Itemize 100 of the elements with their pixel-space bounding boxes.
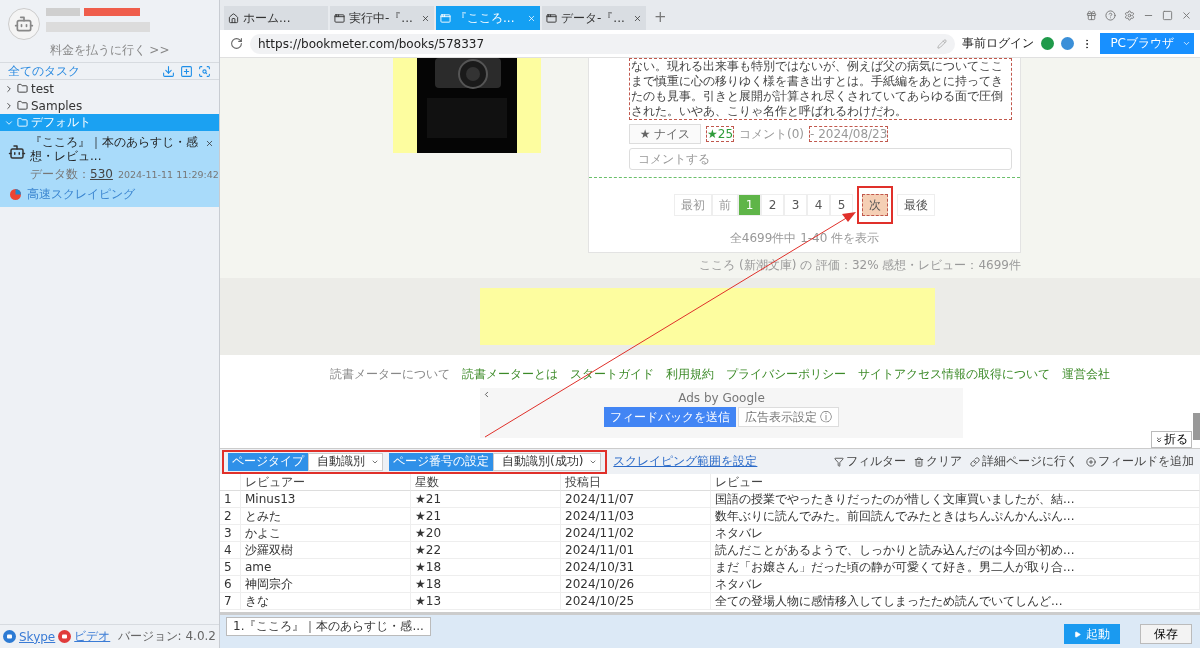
page-icon — [334, 12, 345, 24]
help-icon[interactable] — [1105, 9, 1116, 21]
column-header: レビュアー — [241, 474, 411, 491]
comment-count: コメント(0) — [739, 125, 805, 143]
login-button[interactable]: 事前ログイン — [962, 35, 1035, 52]
table-cell: ネタバレ — [711, 576, 1200, 593]
folder-icon — [17, 100, 28, 111]
pencil-icon — [937, 38, 948, 49]
save-button[interactable]: 保存 — [1140, 624, 1192, 644]
comment-field[interactable]: コメントする — [629, 148, 1012, 170]
fold-button[interactable]: 折る — [1151, 431, 1192, 448]
footer-link[interactable]: サイトアクセス情報の取得について — [858, 366, 1050, 383]
page-button[interactable]: 2 — [761, 194, 784, 216]
table-cell: かよこ — [241, 525, 411, 542]
column-header: レビュー — [711, 474, 1200, 491]
chevrons-down-icon — [1155, 435, 1163, 444]
table-cell: ★21 — [411, 491, 561, 508]
browser-mode-button[interactable]: PCブラウザ — [1100, 33, 1194, 54]
version-label: バージョン: 4.0.2 — [117, 628, 216, 645]
task-card[interactable]: 『こころ』｜本のあらすじ・感想・レビュ... データ数：530 2024-11-11 11:29:42 高速スクレイピング — [0, 131, 219, 207]
row-number: 4 — [220, 542, 241, 559]
link-icon — [970, 456, 980, 467]
scrollbar-thumb[interactable] — [1193, 413, 1200, 440]
table-cell: 神岡宗介 — [241, 576, 411, 593]
row-number: 7 — [220, 593, 241, 610]
caret-icon — [1182, 39, 1191, 48]
page-button[interactable]: 5 — [830, 194, 853, 216]
nice-button[interactable]: ★ ナイス — [629, 124, 701, 144]
footer-link[interactable]: 利用規約 — [666, 366, 714, 383]
table-cell: 国語の授業でやったきりだったのが惜しく文庫買いましたが、結... — [711, 491, 1200, 508]
close-icon[interactable] — [633, 13, 642, 23]
row-number: 3 — [220, 525, 241, 542]
start-button[interactable]: 起動 — [1064, 624, 1120, 644]
pay-link[interactable]: 料金を払うに行く >> — [49, 42, 170, 59]
chevron-right-icon — [4, 100, 14, 111]
add-task-icon[interactable] — [180, 64, 193, 78]
browser-tab[interactable]: ホーム... — [224, 6, 328, 30]
robot-icon — [8, 143, 26, 161]
close-icon[interactable] — [527, 13, 536, 23]
ad-caption: Ads by Google — [678, 391, 765, 405]
back-icon[interactable] — [482, 390, 491, 399]
page-icon — [546, 12, 557, 24]
footer-link[interactable]: ビデオ — [74, 628, 111, 645]
table-cell: 2024/11/02 — [561, 525, 711, 542]
table-cell: ame — [241, 559, 411, 576]
maximize-icon[interactable] — [1162, 9, 1173, 21]
row-number: 5 — [220, 559, 241, 576]
close-icon[interactable] — [421, 13, 430, 23]
table-cell: 2024/11/07 — [561, 491, 711, 508]
folder-item[interactable]: test — [0, 80, 219, 97]
browser-tab[interactable]: 実行中-『... — [330, 6, 434, 30]
folder-item[interactable]: Samples — [0, 97, 219, 114]
review-date: - 2024/08/23 — [809, 126, 889, 142]
toolbar-button[interactable]: フィールドを追加 — [1086, 453, 1194, 470]
table-cell: ★22 — [411, 542, 561, 559]
settings-icon[interactable] — [1124, 9, 1135, 21]
address-field[interactable]: https://bookmeter.com/books/578337 — [250, 33, 956, 54]
feedback-button[interactable]: フィードバックを送信 — [603, 407, 736, 427]
table-cell: ★18 — [411, 559, 561, 576]
close-icon[interactable] — [205, 139, 214, 148]
table-cell: 全ての登場人物に感情移入してしまったため読んでいてしんど... — [711, 593, 1200, 610]
data-count-label: データ数：530 — [30, 166, 113, 183]
video-icon — [58, 630, 72, 643]
page-button[interactable]: 最後 — [897, 194, 935, 216]
page-icon — [440, 12, 451, 24]
page-button[interactable]: 4 — [807, 194, 830, 216]
table-cell: Minus13 — [241, 491, 411, 508]
table-cell: 数年ぶりに読んでみた。前回読んでみたときはちんぷんかんぷん... — [711, 508, 1200, 525]
download-icon[interactable] — [162, 64, 175, 78]
extension-icon[interactable] — [1061, 37, 1075, 50]
gift-icon[interactable] — [1086, 9, 1097, 21]
range-link[interactable]: スクレイピング範囲を設定 — [613, 453, 758, 470]
home-icon — [228, 12, 239, 24]
table-cell: 沙羅双樹 — [241, 542, 411, 559]
row-number: 1 — [220, 491, 241, 508]
page-button[interactable]: 3 — [784, 194, 807, 216]
search-icon[interactable] — [198, 64, 211, 78]
table-cell: ネタバレ — [711, 525, 1200, 542]
plus-circle-icon — [1086, 456, 1096, 467]
page-button[interactable]: 次 — [862, 194, 888, 216]
footer-link[interactable]: プライバシーポリシー — [726, 366, 846, 383]
reload-icon[interactable] — [230, 37, 243, 50]
footer-link[interactable]: 読書メーターについて — [330, 366, 450, 383]
close-icon[interactable] — [1181, 9, 1192, 21]
browser-tab[interactable]: データ-『... — [542, 6, 646, 30]
footer-link[interactable]: Skype — [19, 629, 56, 644]
footer-link[interactable]: 読書メーターとは — [462, 366, 558, 383]
footer-link[interactable]: 運営会社 — [1062, 366, 1110, 383]
book-info: こころ (新潮文庫) の 評価：32% 感想・レビュー：4699件 — [699, 257, 1021, 274]
table-cell: 2024/11/03 — [561, 508, 711, 525]
task-tab[interactable]: 1.『こころ』｜本のあらすじ・感... — [226, 617, 431, 636]
ad-settings-button[interactable]: 広告表示設定 ⓘ — [737, 407, 840, 427]
task-date: 2024-11-11 11:29:42 — [117, 169, 219, 180]
table-cell: 読んだことがあるようで、しっかりと読み込んだのは今回が初め... — [711, 542, 1200, 559]
new-tab-button[interactable]: + — [654, 8, 667, 26]
chevron-right-icon — [4, 83, 14, 94]
extension-icon[interactable] — [1041, 37, 1055, 50]
toolbar-button[interactable]: フィルター — [834, 453, 906, 470]
toolbar-button[interactable]: 詳細ページに行く — [970, 453, 1078, 470]
toolbar-button[interactable]: クリア — [914, 453, 962, 470]
